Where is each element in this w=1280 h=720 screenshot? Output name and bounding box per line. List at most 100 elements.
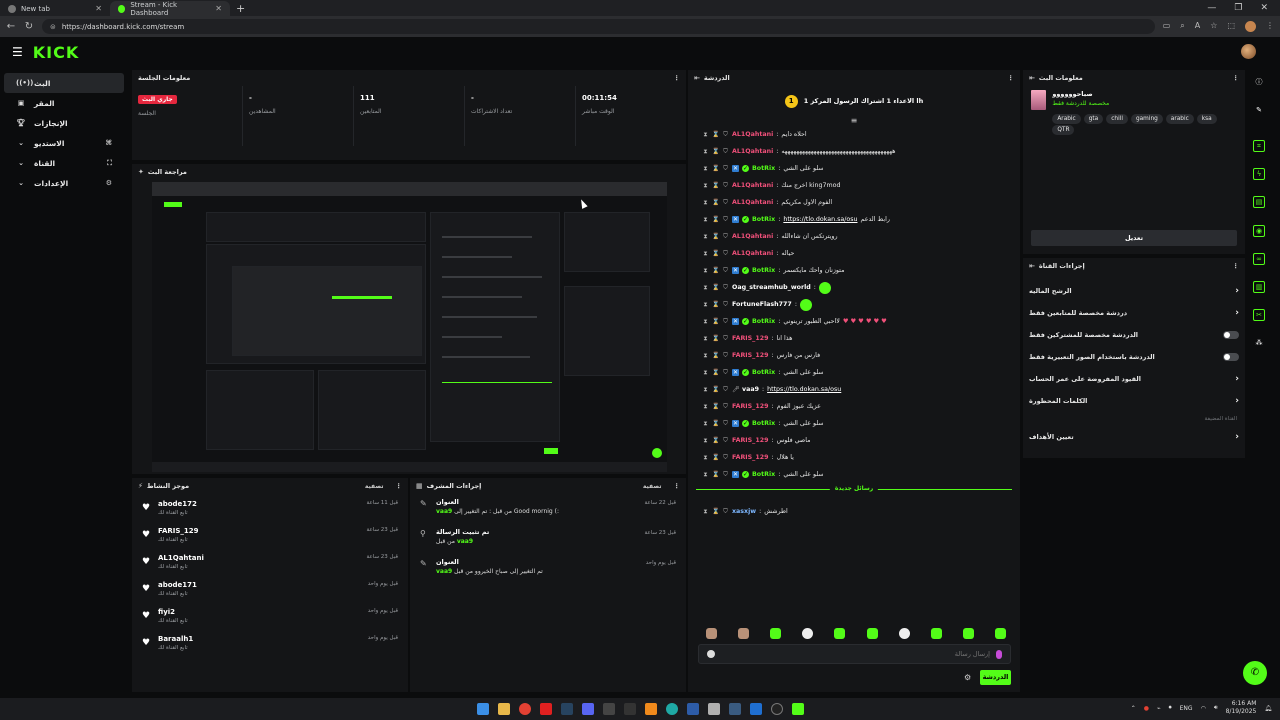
action-row-banned-words[interactable]: الكلمات المحظورة › bbox=[1023, 390, 1245, 412]
hourglass-icon[interactable]: ⌛ bbox=[712, 437, 719, 444]
chat-username[interactable]: BotRix bbox=[752, 318, 775, 325]
hourglass-icon[interactable]: ⌛ bbox=[712, 369, 719, 376]
shield-icon[interactable]: ⛉ bbox=[722, 233, 729, 240]
pinned-message[interactable]: 1 الاعداء 1 اشتراك الرسول المركز 1 lh bbox=[688, 86, 1020, 116]
volume-icon[interactable]: 🔊︎ bbox=[1214, 704, 1218, 712]
more-options-icon[interactable]: ⋮ bbox=[1233, 74, 1240, 82]
minimize-icon[interactable]: — bbox=[1207, 1, 1216, 16]
browser-menu-icon[interactable]: ⋮ bbox=[1266, 21, 1274, 32]
emote-icon[interactable] bbox=[898, 628, 910, 639]
shield-icon[interactable]: ⛉ bbox=[722, 148, 729, 155]
steam-app-icon[interactable] bbox=[728, 703, 741, 715]
link-icon[interactable]: ∞ bbox=[1253, 253, 1265, 265]
hourglass-icon[interactable]: ⌛ bbox=[712, 420, 719, 427]
chrome-icon[interactable] bbox=[518, 703, 531, 715]
tag[interactable]: Arabic bbox=[1052, 114, 1081, 124]
emoji-picker-icon[interactable] bbox=[707, 650, 715, 658]
emote-icon[interactable] bbox=[866, 628, 878, 639]
vlc-icon[interactable] bbox=[644, 703, 657, 715]
hourglass-icon[interactable]: ⌛ bbox=[712, 182, 719, 189]
chat-message-input[interactable] bbox=[715, 650, 990, 658]
browser-profile-avatar[interactable] bbox=[1245, 21, 1256, 32]
hourglass-icon[interactable]: ⌛ bbox=[712, 148, 719, 155]
terminal-icon[interactable] bbox=[623, 703, 636, 715]
follower-name[interactable]: abode171 bbox=[158, 581, 197, 589]
timeout-icon[interactable]: ⧗ bbox=[702, 352, 709, 359]
emote-icon[interactable] bbox=[802, 628, 814, 639]
tab-new-tab[interactable]: New tab ✕ bbox=[0, 1, 110, 16]
shield-icon[interactable]: ⛉ bbox=[722, 131, 729, 138]
layout-icon[interactable]: ▥ bbox=[1253, 281, 1265, 293]
hourglass-icon[interactable]: ⌛ bbox=[712, 233, 719, 240]
windows-start-icon[interactable] bbox=[476, 703, 489, 715]
chat-username[interactable]: BotRix bbox=[752, 267, 775, 274]
hourglass-icon[interactable]: ⌛ bbox=[712, 301, 719, 308]
chat-username[interactable]: BotRix bbox=[752, 216, 775, 223]
timeout-icon[interactable]: ⧗ bbox=[702, 165, 709, 172]
cast-icon[interactable]: ▭ bbox=[1163, 21, 1171, 32]
chat-username[interactable]: Oag_streamhub_world bbox=[732, 284, 811, 291]
follower-name[interactable]: fiyi2 bbox=[158, 608, 188, 616]
shield-icon[interactable]: ⛉ bbox=[722, 267, 729, 274]
timeout-icon[interactable]: ⧗ bbox=[702, 250, 709, 257]
stream-preview-video[interactable] bbox=[152, 182, 667, 472]
follower-name[interactable]: AL1Qahtani bbox=[158, 554, 204, 562]
chat-bubble-icon[interactable]: ◉ bbox=[1253, 225, 1265, 237]
emote-icon[interactable] bbox=[770, 628, 782, 639]
tag[interactable]: arabic bbox=[1165, 114, 1194, 124]
chat-username[interactable]: FARIS_129 bbox=[732, 403, 768, 410]
clock[interactable]: 6:16 AM 8/19/2025 bbox=[1226, 700, 1257, 716]
chat-send-button[interactable]: الدردشة bbox=[980, 670, 1011, 685]
wrench-icon[interactable]: ✂ bbox=[1253, 309, 1265, 321]
file-explorer-icon[interactable] bbox=[497, 703, 510, 715]
chat-link[interactable]: https://tlo.dokan.sa/osu bbox=[783, 216, 857, 223]
kick-app-icon[interactable] bbox=[791, 703, 804, 715]
chat-link[interactable]: https://tlo.dokan.sa/osu bbox=[767, 386, 841, 393]
timeout-icon[interactable]: ⧗ bbox=[702, 267, 709, 274]
hourglass-icon[interactable]: ⌛ bbox=[712, 216, 719, 223]
url-field[interactable]: ⊜ https://dashboard.kick.com/stream bbox=[42, 19, 1155, 34]
tag[interactable]: QTR bbox=[1052, 125, 1075, 135]
hourglass-icon[interactable]: ⌛ bbox=[712, 386, 719, 393]
sidebar-item-studio[interactable]: ⌄ الاستديو ⌘ bbox=[4, 133, 124, 153]
mic-icon[interactable] bbox=[996, 649, 1002, 659]
pen-app-icon[interactable] bbox=[602, 703, 615, 715]
discord-icon[interactable] bbox=[581, 703, 594, 715]
back-icon[interactable]: ← bbox=[6, 21, 16, 32]
timeout-icon[interactable]: ⧗ bbox=[702, 420, 709, 427]
zoom-icon[interactable]: ⌕ bbox=[1180, 21, 1184, 32]
action-row-set-goals[interactable]: تعيين الأهداف › bbox=[1023, 426, 1245, 448]
shield-icon[interactable]: ⛉ bbox=[722, 403, 729, 410]
stream-category[interactable]: مخصصة للدردشة فقط bbox=[1052, 100, 1237, 107]
shield-icon[interactable]: ⛉ bbox=[722, 386, 729, 393]
translate-icon[interactable]: A bbox=[1195, 21, 1200, 32]
youtube-icon[interactable] bbox=[539, 703, 552, 715]
tag[interactable]: gta bbox=[1083, 114, 1104, 124]
lightning-icon[interactable]: ϟ bbox=[1253, 168, 1265, 180]
timeout-icon[interactable]: ⧗ bbox=[702, 403, 709, 410]
usb-icon[interactable]: ⌁ bbox=[1157, 705, 1161, 712]
emotes-only-toggle[interactable] bbox=[1223, 353, 1239, 361]
edit-stream-info-button[interactable]: تعديل bbox=[1031, 230, 1237, 246]
sidebar-item-home[interactable]: ▣ المقر bbox=[4, 93, 124, 113]
chat-username[interactable]: AL1Qahtani bbox=[732, 233, 773, 240]
hourglass-icon[interactable]: ⌛ bbox=[712, 199, 719, 206]
hourglass-icon[interactable]: ⌛ bbox=[712, 267, 719, 274]
extensions-icon[interactable]: ⬚ bbox=[1227, 21, 1235, 32]
photos-icon[interactable] bbox=[707, 703, 720, 715]
expand-pinned-icon[interactable]: ≡ bbox=[688, 116, 1020, 126]
filter-button[interactable]: تصفية bbox=[643, 483, 662, 490]
sidebar-item-stream[interactable]: ((•)) البث bbox=[4, 73, 124, 93]
shield-icon[interactable]: ⛉ bbox=[722, 199, 729, 206]
timeout-icon[interactable]: ⧗ bbox=[702, 454, 709, 461]
hourglass-icon[interactable]: ⌛ bbox=[712, 403, 719, 410]
mic-tray-icon[interactable]: ⏺ bbox=[1169, 704, 1172, 712]
mod-user[interactable]: vaa9 bbox=[436, 568, 452, 575]
emote-icon[interactable] bbox=[706, 628, 717, 639]
chat-username[interactable]: BotRix bbox=[752, 471, 775, 478]
shield-icon[interactable]: ⛉ bbox=[722, 471, 729, 478]
chat-username[interactable]: AL1Qahtani bbox=[732, 131, 773, 138]
shield-app-icon[interactable] bbox=[686, 703, 699, 715]
bookmark-star-icon[interactable]: ☆ bbox=[1210, 21, 1217, 32]
sidebar-item-channel[interactable]: ⌄ القناة ⛶ bbox=[4, 153, 124, 173]
